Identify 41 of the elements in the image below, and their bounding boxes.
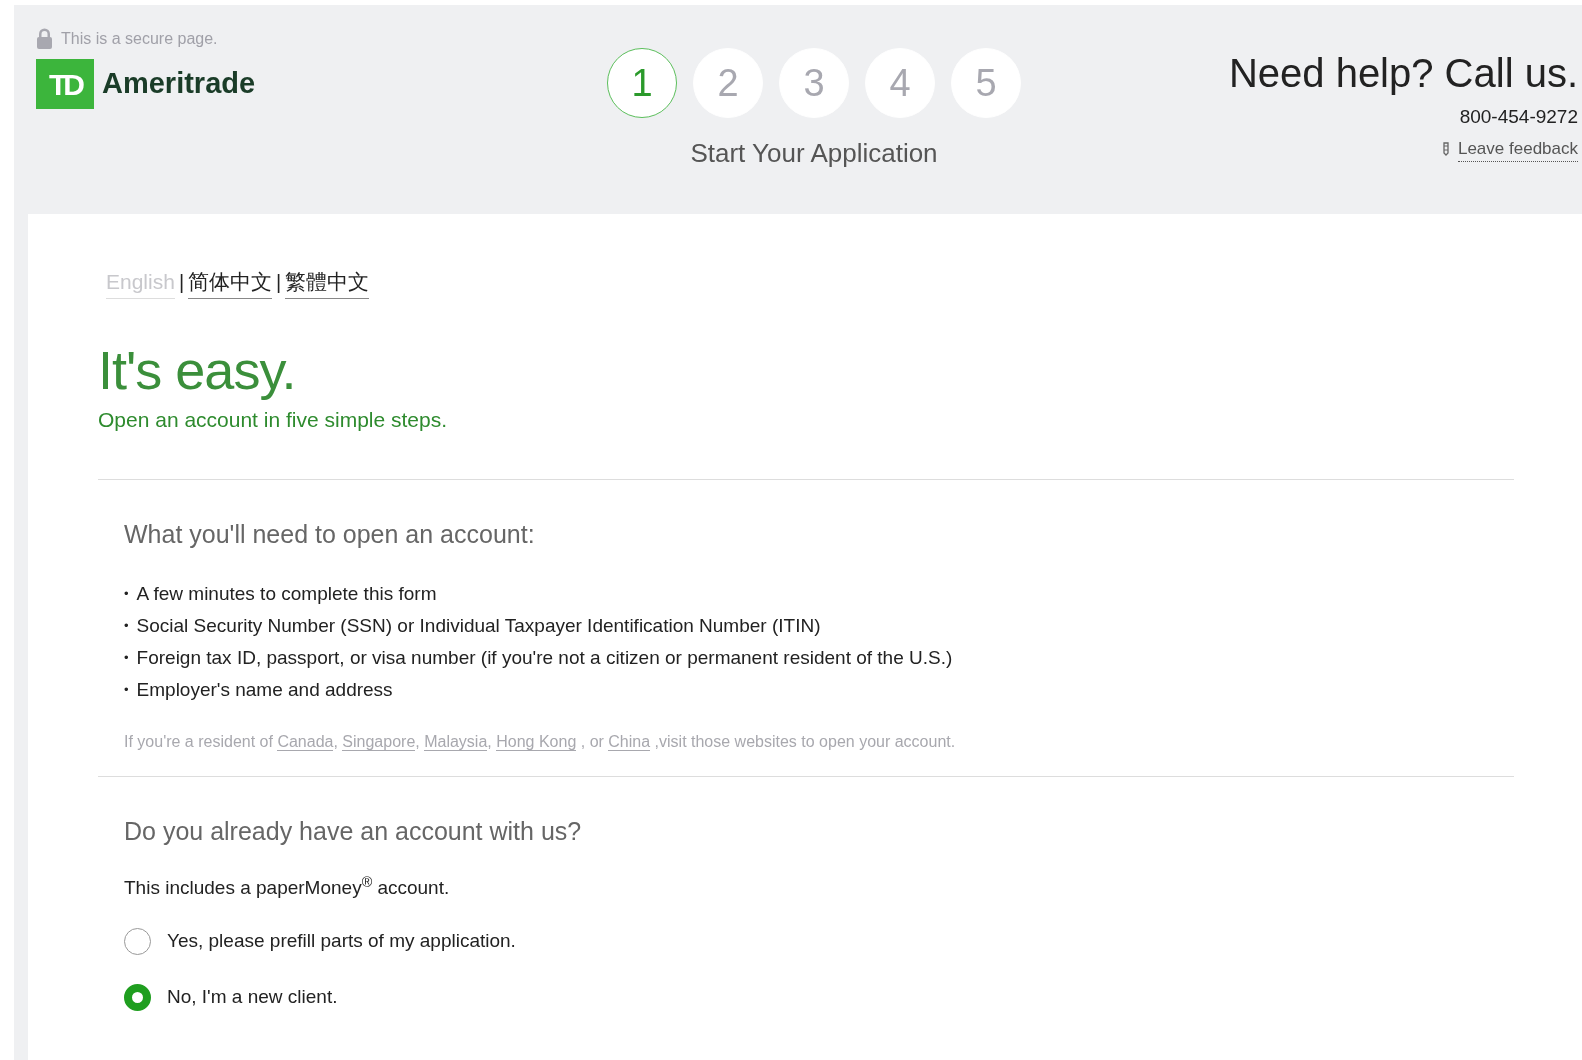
section-title: What you'll need to open an account: xyxy=(124,519,536,551)
resident-note: If you're a resident of Canada, Singapore, Malaysia, Hong Kong , or China ,visit those websites to open your account. xyxy=(124,731,957,753)
option-label[interactable]: No, I'm a new client. xyxy=(167,983,338,1012)
radio-button[interactable] xyxy=(124,927,151,955)
separator: | xyxy=(178,270,185,296)
help-heading: Need help? Call us. xyxy=(1228,50,1578,97)
language-link[interactable]: 简体中文 xyxy=(188,266,273,299)
requirement-item: Social Security Number (SSN) or Individual Taxpayer Identification Number (ITIN) xyxy=(136,613,821,638)
step-indicator: 5 xyxy=(951,48,1021,118)
account-note: This includes a paperMoney$^{®}$ account. xyxy=(124,874,451,901)
logo-text[interactable]: Ameritrade xyxy=(102,62,256,106)
step-indicator: 3 xyxy=(779,48,849,118)
step-title: Start Your Application xyxy=(690,137,938,170)
bullet: • xyxy=(124,616,129,635)
radio-button[interactable] xyxy=(124,984,151,1012)
separator: | xyxy=(276,270,282,296)
step-indicator: 2 xyxy=(693,48,763,118)
country-link[interactable]: Canada xyxy=(277,732,334,751)
section-title: Do you already have an account with us? xyxy=(124,815,583,847)
country-link[interactable]: Singapore xyxy=(342,732,416,751)
step-indicator: 1 xyxy=(607,48,677,118)
secure-note: This is a secure page. xyxy=(61,29,218,49)
hero-subtitle: Open an account in five simple steps. xyxy=(98,406,449,433)
country-link[interactable]: Hong Kong xyxy=(496,732,577,751)
requirement-item: Employer's name and address xyxy=(136,677,393,702)
logo-mark[interactable]: TD xyxy=(36,59,94,109)
country-link[interactable]: Malaysia xyxy=(424,732,488,751)
leave-feedback-link[interactable]: Leave feedback xyxy=(1457,135,1578,162)
country-link[interactable]: China xyxy=(608,732,651,751)
requirement-item: Foreign tax ID, passport, or visa number (if you're not a citizen or permanent resident of the U.S.) xyxy=(136,645,953,670)
bullet: • xyxy=(124,680,129,699)
bullet: • xyxy=(124,648,129,667)
option-label[interactable]: Yes, please prefill parts of my application. xyxy=(167,926,516,956)
hero-title: It's easy. xyxy=(98,340,297,400)
step-indicator: 4 xyxy=(865,48,935,118)
requirement-item: A few minutes to complete this form xyxy=(136,581,437,606)
language-link[interactable]: 繁體中文 xyxy=(285,266,370,299)
lock-icon xyxy=(36,28,53,50)
pencil-icon xyxy=(1441,141,1450,156)
phone-number: 800-454-9272 xyxy=(1459,105,1578,129)
bullet: • xyxy=(124,584,129,603)
